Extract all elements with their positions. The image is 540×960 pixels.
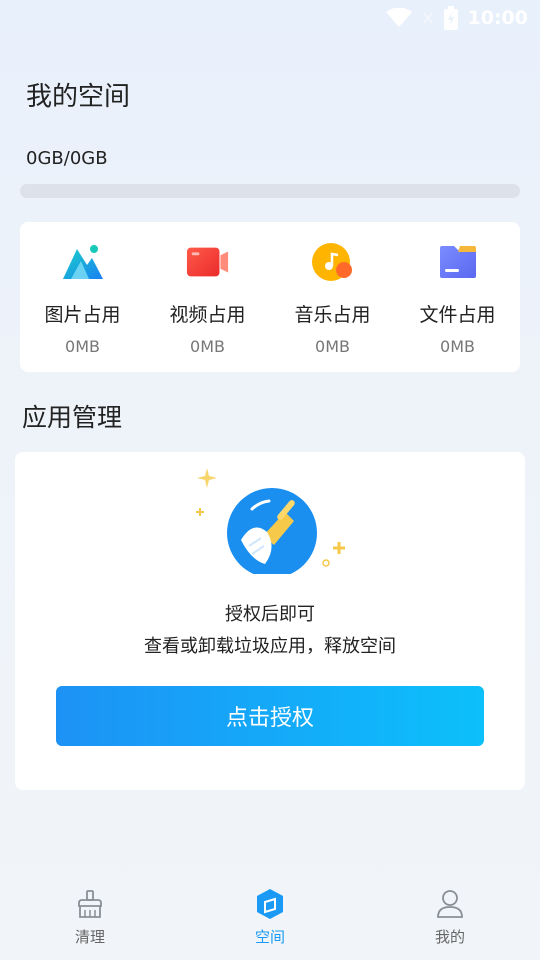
usage-value: 0MB — [65, 337, 100, 356]
broom-illustration-icon — [195, 464, 355, 578]
usage-value: 0MB — [440, 337, 475, 356]
nav-label: 我的 — [434, 928, 465, 946]
app-management-card: 授权后即可 查看或卸载垃圾应用，释放空间 点击授权 — [15, 452, 525, 790]
broom-icon — [74, 888, 106, 920]
auth-description-line2: 查看或卸载垃圾应用，释放空间 — [144, 636, 396, 657]
music-icon — [311, 242, 355, 282]
nav-item-space[interactable]: 空间 — [180, 880, 360, 960]
status-time: 10:00 — [467, 7, 528, 29]
usage-value: 0MB — [190, 337, 225, 356]
nav-item-mine[interactable]: 我的 — [360, 880, 540, 960]
usage-value: 0MB — [315, 337, 350, 356]
usage-label: 音乐占用 — [294, 304, 371, 326]
video-icon — [186, 242, 230, 282]
storage-progress-bar — [20, 184, 520, 198]
usage-label: 文件占用 — [419, 304, 496, 326]
storage-usage-text: 0GB/0GB — [26, 148, 108, 169]
usage-item-videos[interactable]: 视频占用 0MB — [145, 222, 270, 372]
wifi-icon — [385, 8, 412, 28]
usage-item-music[interactable]: 音乐占用 0MB — [270, 222, 395, 372]
bottom-nav: 清理 空间 我的 — [0, 880, 540, 960]
page-title: 我的空间 — [26, 82, 131, 112]
nav-label: 清理 — [74, 928, 105, 946]
battery-charging-icon — [443, 6, 458, 30]
signal-off-icon — [422, 11, 434, 25]
cube-icon — [254, 888, 286, 920]
nav-label: 空间 — [254, 928, 285, 946]
authorize-button[interactable]: 点击授权 — [56, 686, 484, 746]
image-icon — [61, 242, 105, 282]
usage-label: 图片占用 — [44, 304, 121, 326]
app-management-title: 应用管理 — [22, 403, 123, 432]
usage-card: 图片占用 0MB 视频占用 0MB 音乐占用 0MB 文件占用 0MB — [20, 222, 520, 372]
folder-icon — [436, 242, 480, 282]
user-icon — [434, 888, 466, 920]
nav-item-clean[interactable]: 清理 — [0, 880, 180, 960]
auth-description-line1: 授权后即可 — [225, 604, 315, 625]
usage-label: 视频占用 — [169, 304, 246, 326]
usage-item-files[interactable]: 文件占用 0MB — [395, 222, 520, 372]
usage-item-images[interactable]: 图片占用 0MB — [20, 222, 145, 372]
status-bar: 10:00 — [0, 0, 540, 36]
